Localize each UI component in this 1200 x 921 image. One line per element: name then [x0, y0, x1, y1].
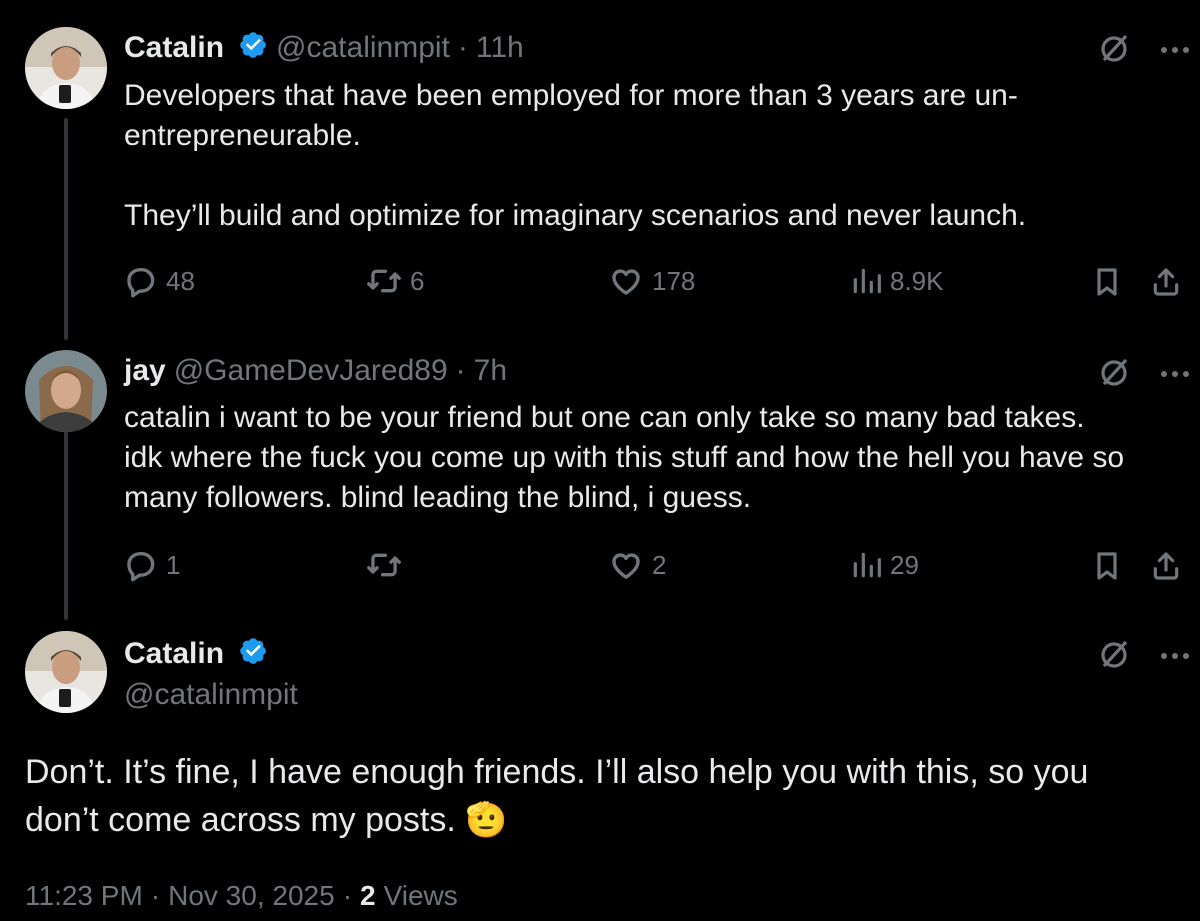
like-button[interactable]: 2 — [608, 548, 666, 582]
post-time[interactable]: 11:23 PM — [25, 880, 143, 912]
avatar-catalin[interactable] — [25, 27, 107, 109]
like-button[interactable]: 178 — [608, 264, 695, 298]
bookmark-icon — [1097, 552, 1117, 580]
repost-count: 6 — [410, 265, 425, 296]
author-handle[interactable]: @GameDevJared89 — [174, 354, 448, 388]
grok-icon[interactable] — [1096, 636, 1132, 677]
verified-badge-icon — [238, 636, 268, 671]
main-tweet-text: Don’t. It’s fine, I have enough friends.… — [25, 753, 1089, 839]
main-tweet-meta: 11:23 PM · Nov 30, 2025 · 2 Views — [25, 880, 458, 912]
tweet-1-corner-actions — [1096, 30, 1190, 71]
author-handle[interactable]: @catalinmpit — [124, 678, 298, 712]
reply-icon — [127, 267, 155, 298]
author-name[interactable]: Catalin — [124, 31, 224, 65]
like-count: 178 — [652, 265, 696, 296]
separator: · — [342, 880, 353, 911]
more-icon[interactable] — [1160, 42, 1190, 60]
avatar-jay[interactable] — [25, 350, 107, 432]
grok-icon[interactable] — [1096, 354, 1132, 395]
views-button[interactable]: 8.9K — [850, 264, 944, 298]
main-tweet-author: Catalin — [124, 636, 268, 671]
tweet-text: Developers that have been employed for m… — [124, 79, 1027, 232]
views-number: 2 — [360, 880, 376, 911]
views-label: Views — [383, 880, 458, 911]
repost-icon — [367, 269, 401, 293]
reply-button[interactable]: 1 — [124, 548, 180, 582]
main-tweet-corner-actions — [1096, 636, 1190, 677]
tweet-1-header: Catalin @catalinmpit · 11h — [124, 30, 524, 65]
thread-line-1 — [64, 118, 68, 340]
author-handle[interactable]: @catalinmpit — [276, 31, 450, 65]
separator: · — [455, 354, 466, 387]
reply-count: 1 — [166, 549, 181, 580]
thread-line-2 — [64, 410, 68, 620]
saluting-face-emoji: 🫡 — [465, 801, 508, 839]
share-icon — [1153, 268, 1179, 296]
repost-button[interactable]: 6 — [366, 264, 424, 298]
reply-count: 48 — [166, 265, 195, 296]
grok-icon[interactable] — [1096, 30, 1132, 71]
separator: · — [150, 880, 161, 911]
bookmark-button[interactable] — [1091, 264, 1123, 300]
views-icon — [853, 552, 881, 578]
like-icon — [612, 269, 640, 295]
like-icon — [612, 553, 640, 579]
views-count: 8.9K — [890, 265, 944, 296]
bookmark-icon — [1097, 268, 1117, 296]
tweet-2-corner-actions — [1096, 354, 1190, 395]
share-button[interactable] — [1150, 548, 1182, 584]
timestamp[interactable]: 7h — [474, 354, 507, 388]
repost-icon — [367, 553, 401, 577]
author-name[interactable]: Catalin — [124, 637, 224, 671]
bookmark-button[interactable] — [1091, 548, 1123, 584]
views-icon — [853, 268, 881, 294]
main-tweet-text-block: Don’t. It’s fine, I have enough friends.… — [25, 748, 1185, 844]
repost-button[interactable] — [366, 548, 410, 582]
verified-badge-icon — [238, 30, 268, 65]
avatar-catalin[interactable] — [25, 631, 107, 713]
share-icon — [1153, 552, 1179, 580]
share-button[interactable] — [1150, 264, 1182, 300]
views-count: 29 — [890, 549, 919, 580]
like-count: 2 — [652, 549, 667, 580]
tweet-text: catalin i want to be your friend but one… — [124, 401, 1125, 514]
reply-icon — [127, 551, 155, 582]
author-name[interactable]: jay — [124, 354, 166, 388]
post-date[interactable]: Nov 30, 2025 — [168, 880, 335, 912]
views-button[interactable]: 29 — [850, 548, 919, 582]
separator: · — [457, 30, 468, 64]
reply-button[interactable]: 48 — [124, 264, 195, 298]
more-icon[interactable] — [1160, 648, 1190, 666]
more-icon[interactable] — [1160, 366, 1190, 384]
timestamp[interactable]: 11h — [476, 31, 524, 65]
tweet-2-header: jay @GameDevJared89 · 7h — [124, 354, 507, 388]
